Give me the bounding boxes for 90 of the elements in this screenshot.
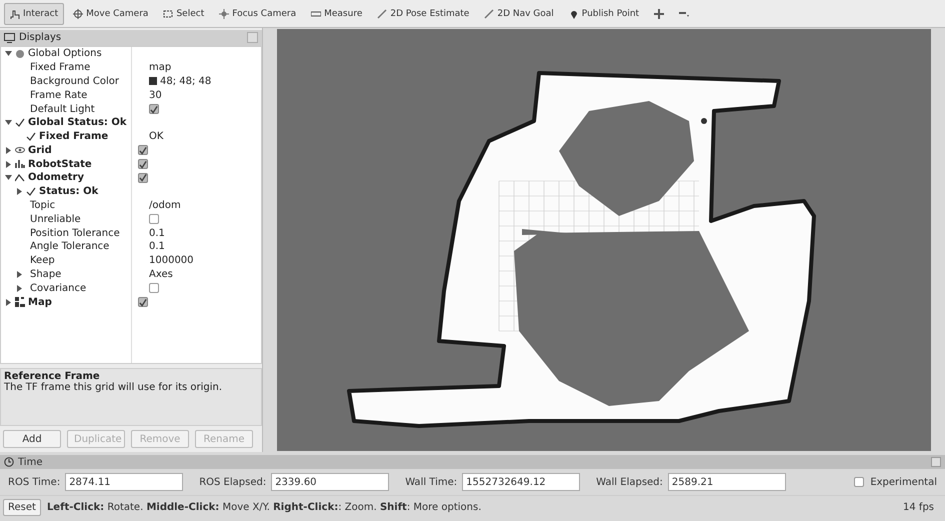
reset-button[interactable]: Reset bbox=[3, 498, 41, 516]
expanded-arrow-icon[interactable] bbox=[5, 119, 12, 126]
tree-item-label[interactable]: Unreliable bbox=[26, 214, 81, 225]
property-value[interactable]: 0.1 bbox=[149, 228, 165, 239]
tree-item-label[interactable]: Covariance bbox=[26, 282, 86, 294]
field-label: Wall Elapsed: bbox=[596, 476, 663, 488]
crosshair-target-icon bbox=[219, 8, 230, 18]
property-value[interactable]: 1000000 bbox=[149, 255, 194, 266]
input-field[interactable]: 2589.21 bbox=[668, 473, 786, 491]
expanded-arrow-icon[interactable] bbox=[5, 174, 12, 182]
input-field[interactable]: 2874.11 bbox=[65, 473, 184, 491]
tool-button[interactable]: Measure bbox=[305, 2, 368, 24]
tree-item-label[interactable]: Grid bbox=[28, 144, 52, 156]
tree-item-label[interactable]: Fixed Frame bbox=[39, 131, 108, 142]
collapsed-arrow-icon[interactable] bbox=[16, 271, 23, 278]
map-pin-icon bbox=[568, 8, 579, 18]
field-label: Wall Time: bbox=[405, 476, 458, 488]
property-value[interactable]: 48; 48; 48 bbox=[160, 76, 212, 87]
field-label: ROS Elapsed: bbox=[199, 476, 266, 488]
checkbox[interactable] bbox=[149, 283, 159, 294]
collapsed-arrow-icon[interactable] bbox=[16, 284, 23, 292]
checkbox[interactable] bbox=[149, 104, 159, 114]
help-text: Left-Click: Rotate. Middle-Click: Move X/Y. Right-Click:: Zoom. Shift: More options. bbox=[46, 502, 482, 512]
hand-pointer-icon bbox=[10, 8, 20, 18]
check-icon bbox=[150, 104, 158, 114]
collapsed-arrow-icon[interactable] bbox=[5, 146, 12, 154]
description-title: Reference Frame bbox=[4, 371, 100, 382]
ruler-icon bbox=[311, 8, 322, 18]
checkbox[interactable] bbox=[138, 159, 148, 170]
property-value[interactable]: Axes bbox=[149, 269, 173, 280]
tool-button[interactable]: Publish Point bbox=[562, 2, 646, 24]
tool-button[interactable]: Move Camera bbox=[67, 2, 154, 24]
fps-counter: 14 fps bbox=[903, 502, 934, 512]
tree-item-label[interactable]: Global Status: Ok bbox=[28, 117, 127, 128]
property-value[interactable]: /odom bbox=[149, 200, 181, 212]
checkbox[interactable] bbox=[138, 172, 148, 183]
tool-button[interactable]: 2D Pose Estimate bbox=[371, 2, 476, 24]
move-camera-icon bbox=[73, 8, 84, 18]
color-swatch[interactable] bbox=[149, 77, 157, 86]
clock-icon bbox=[4, 457, 14, 467]
plus-cross-icon bbox=[654, 8, 664, 18]
tree-item-label[interactable]: Map bbox=[28, 296, 52, 308]
checkmark-icon bbox=[15, 118, 25, 128]
tree-item-label[interactable]: Status: Ok bbox=[39, 186, 98, 198]
checkmark-icon bbox=[26, 132, 36, 142]
tree-item-label[interactable]: Angle Tolerance bbox=[26, 241, 110, 252]
tree-item-label[interactable]: RobotState bbox=[28, 158, 92, 170]
tool-button[interactable]: 2D Nav Goal bbox=[478, 2, 560, 24]
tool-button[interactable]: Interact bbox=[4, 2, 64, 24]
checkbox[interactable] bbox=[854, 477, 864, 487]
selection-rectangle-icon bbox=[163, 8, 174, 18]
field-label: ROS Time: bbox=[8, 476, 60, 488]
tool-button[interactable]: Focus Camera bbox=[213, 2, 302, 24]
property-value[interactable]: map bbox=[149, 62, 172, 74]
expanded-arrow-icon[interactable] bbox=[5, 50, 12, 58]
tool-button[interactable]: Select bbox=[157, 2, 210, 24]
eye-icon bbox=[15, 145, 25, 156]
tree-item-label[interactable]: Default Light bbox=[26, 104, 95, 114]
monitor-icon bbox=[4, 32, 15, 43]
tree-item-label[interactable]: Shape bbox=[26, 269, 62, 280]
caret-line-icon bbox=[15, 172, 25, 183]
map-grid-icon bbox=[15, 297, 25, 308]
checkbox-label: Experimental bbox=[870, 476, 937, 488]
property-value[interactable]: 30 bbox=[149, 90, 162, 101]
collapsed-arrow-icon[interactable] bbox=[16, 188, 23, 196]
collapsed-arrow-icon[interactable] bbox=[5, 160, 12, 168]
checkmark-icon bbox=[26, 186, 36, 197]
checkbox[interactable] bbox=[138, 297, 148, 308]
tree-item-label[interactable]: Topic bbox=[26, 200, 56, 212]
collapsed-arrow-icon[interactable] bbox=[5, 298, 12, 306]
check-icon bbox=[139, 298, 147, 307]
panel-title: Time bbox=[18, 456, 42, 468]
input-field[interactable]: 2339.60 bbox=[271, 473, 390, 491]
tree-item-label[interactable]: Frame Rate bbox=[26, 90, 88, 101]
tree-item-label[interactable]: Fixed Frame bbox=[26, 62, 90, 74]
input-field[interactable]: 1552732649.12 bbox=[462, 473, 580, 491]
panel-button[interactable]: Add bbox=[3, 430, 61, 448]
panel-title: Displays bbox=[19, 32, 62, 44]
tree-item-label[interactable]: Keep bbox=[26, 255, 55, 266]
tree-item-label[interactable]: Odometry bbox=[28, 172, 84, 184]
property-value[interactable]: 0.1 bbox=[149, 241, 165, 252]
property-value[interactable]: OK bbox=[149, 131, 164, 142]
tree-item-label[interactable]: Position Tolerance bbox=[26, 228, 120, 239]
bar-chart-icon bbox=[15, 159, 25, 170]
checkbox[interactable] bbox=[149, 214, 159, 224]
gear-icon bbox=[15, 48, 25, 59]
description-text: The TF frame this grid will use for its origin. bbox=[4, 382, 222, 394]
tree-item-label[interactable]: Global Options bbox=[28, 48, 102, 60]
tree-item-label[interactable]: Background Color bbox=[26, 76, 119, 87]
checkbox[interactable] bbox=[138, 145, 148, 156]
